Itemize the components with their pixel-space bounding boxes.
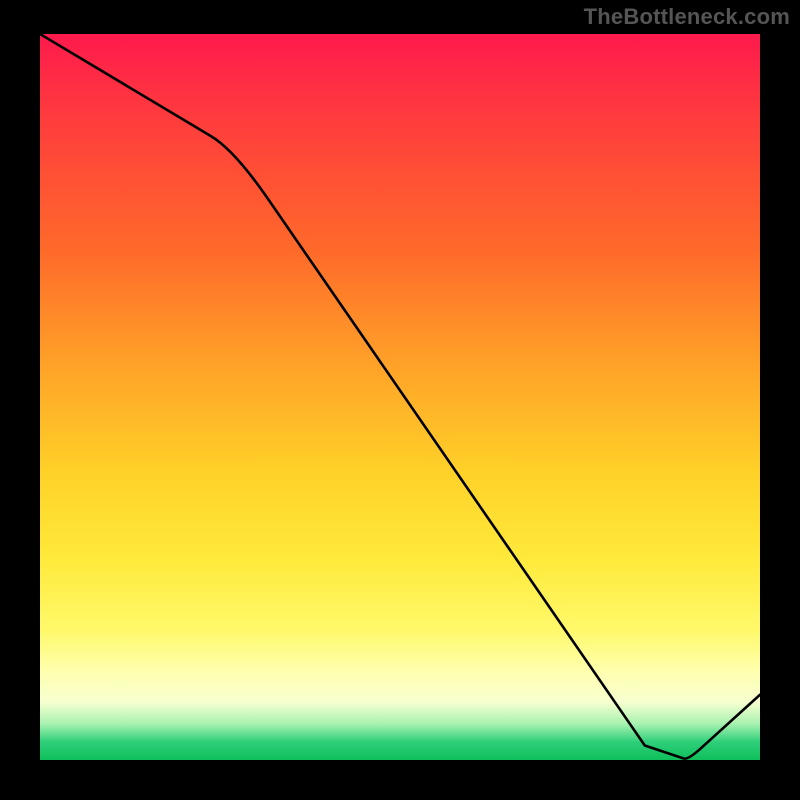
bottleneck-curve bbox=[40, 34, 760, 760]
plot-area bbox=[40, 34, 760, 760]
chart-frame: TheBottleneck.com bbox=[0, 0, 800, 800]
attribution-text: TheBottleneck.com bbox=[584, 4, 790, 30]
